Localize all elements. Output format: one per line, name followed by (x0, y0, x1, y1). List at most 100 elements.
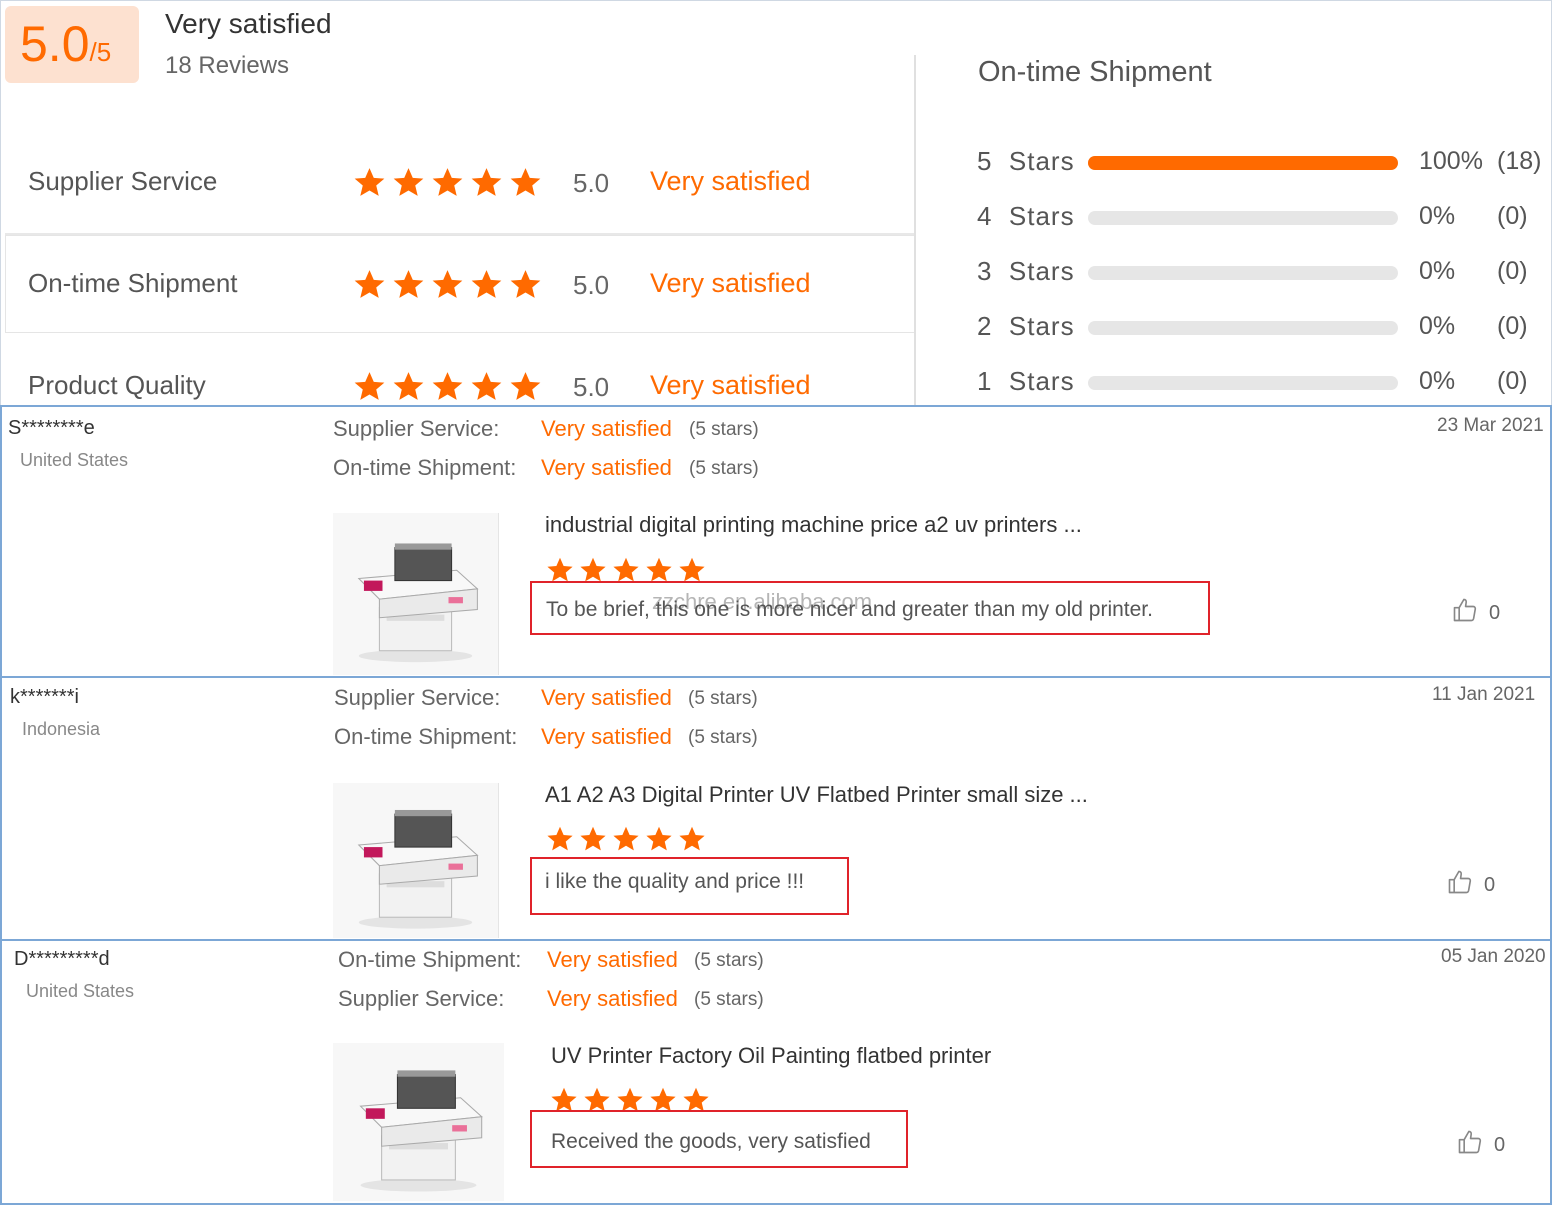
category-label: Supplier Service (28, 166, 218, 196)
star-icon (352, 370, 387, 403)
category-score: 5.0 (573, 372, 610, 402)
divider (914, 55, 916, 405)
thumbs-up-icon (1446, 868, 1474, 902)
distribution-count: (0) (1497, 202, 1528, 230)
distribution-title: On-time Shipment (978, 56, 1212, 88)
distribution-percent: 0% (1419, 367, 1456, 395)
distribution-percent: 0% (1419, 202, 1456, 230)
rating-label: On-time Shipment: (334, 724, 518, 749)
overall-score-max: /5 (89, 37, 112, 67)
distribution-label: 4 Stars (977, 201, 1075, 231)
distribution-percent: 100% (1419, 147, 1483, 175)
rating-stars-text: (5 stars) (689, 458, 759, 479)
star-icon (545, 825, 575, 853)
like-button[interactable]: 0 (1456, 1128, 1505, 1162)
star-icon (644, 556, 674, 584)
category-label: Product Quality (28, 370, 206, 400)
thumbs-up-icon (1456, 1128, 1484, 1162)
star-icon (677, 825, 707, 853)
rating-value: Very satisfied (541, 416, 672, 441)
reviewer-name: D*********d (14, 948, 110, 970)
category-rating-text: Very satisfied (650, 268, 811, 298)
distribution-bar (1088, 376, 1398, 390)
review-count: 18 Reviews (165, 52, 290, 79)
distribution-count: (0) (1497, 312, 1528, 340)
star-icon (352, 268, 387, 301)
category-rating-text: Very satisfied (650, 370, 811, 400)
distribution-count: (18) (1497, 147, 1542, 175)
rating-stars-text: (5 stars) (688, 688, 758, 709)
star-icon (508, 166, 543, 199)
star-icon (469, 370, 504, 403)
like-count: 0 (1489, 601, 1501, 624)
thumbs-up-icon (1451, 596, 1479, 630)
reviewer-country: United States (20, 450, 129, 470)
like-count: 0 (1484, 873, 1496, 896)
reviewer-country: Indonesia (22, 719, 101, 739)
category-stars (352, 268, 543, 301)
rating-stars-text: (5 stars) (694, 950, 764, 971)
rating-label: Supplier Service: (333, 416, 500, 441)
product-image[interactable] (333, 513, 498, 675)
product-title[interactable]: UV Printer Factory Oil Painting flatbed … (551, 1043, 991, 1069)
divider (498, 513, 499, 675)
distribution-percent: 0% (1419, 312, 1456, 340)
review-comment: i like the quality and price !!! (545, 870, 805, 893)
product-image[interactable] (333, 783, 498, 938)
category-score: 5.0 (573, 270, 610, 300)
star-icon (508, 268, 543, 301)
like-count: 0 (1494, 1133, 1506, 1156)
product-image[interactable] (333, 1043, 504, 1201)
rating-value: Very satisfied (541, 455, 672, 480)
distribution-bar (1088, 266, 1398, 280)
star-icon (430, 268, 465, 301)
star-icon (391, 166, 426, 199)
star-icon (508, 370, 543, 403)
uv-printer-image (357, 543, 479, 663)
overall-score-value: 5.0 (20, 16, 90, 72)
distribution-percent: 0% (1419, 257, 1456, 285)
rating-stars-text: (5 stars) (694, 989, 764, 1010)
star-icon (352, 166, 387, 199)
rating-stars-text: (5 stars) (688, 727, 758, 748)
like-button[interactable]: 0 (1446, 868, 1495, 902)
reviewer-country: United States (26, 981, 135, 1001)
category-rating-text: Very satisfied (650, 166, 811, 196)
star-icon (578, 825, 608, 853)
review-date: 05 Jan 2020 (1441, 946, 1546, 967)
overall-rating-text: Very satisfied (165, 8, 332, 39)
divider (498, 783, 499, 938)
distribution-bar (1088, 156, 1398, 170)
product-title[interactable]: A1 A2 A3 Digital Printer UV Flatbed Prin… (545, 782, 1088, 808)
product-stars (545, 825, 707, 853)
review-card (0, 405, 1552, 678)
rating-value: Very satisfied (541, 685, 672, 710)
star-icon (611, 556, 641, 584)
product-title[interactable]: industrial digital printing machine pric… (545, 512, 1082, 538)
distribution-bar (1088, 321, 1398, 335)
like-button[interactable]: 0 (1451, 596, 1500, 630)
star-icon (578, 556, 608, 584)
star-icon (469, 268, 504, 301)
category-stars (352, 166, 543, 199)
uv-printer-image (357, 809, 479, 929)
distribution-label: 5 Stars (977, 146, 1075, 176)
rating-label: On-time Shipment: (338, 947, 522, 972)
star-icon (545, 556, 575, 584)
star-icon (430, 370, 465, 403)
distribution-count: (0) (1497, 367, 1528, 395)
distribution-label: 2 Stars (977, 311, 1075, 341)
rating-value: Very satisfied (547, 986, 678, 1011)
category-stars (352, 370, 543, 403)
distribution-label: 3 Stars (977, 256, 1075, 286)
rating-label: On-time Shipment: (333, 455, 517, 480)
star-icon (391, 370, 426, 403)
reviewer-name: k*******i (10, 686, 79, 708)
category-score: 5.0 (573, 168, 610, 198)
category-label: On-time Shipment (28, 268, 238, 298)
review-comment: Received the goods, very satisfied (551, 1130, 871, 1153)
star-icon (430, 166, 465, 199)
rating-label: Supplier Service: (338, 986, 505, 1011)
review-comment: To be brief, this one is more nicer and … (546, 598, 1153, 621)
distribution-bar (1088, 211, 1398, 225)
